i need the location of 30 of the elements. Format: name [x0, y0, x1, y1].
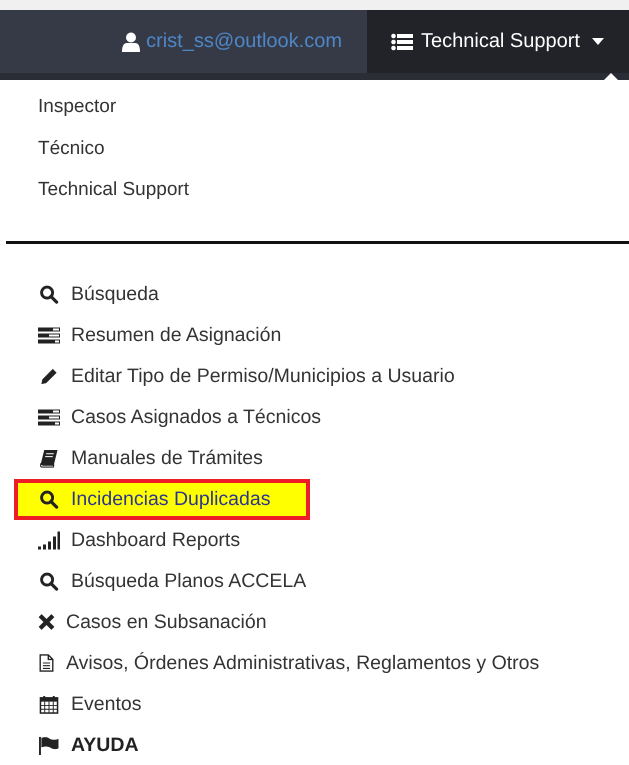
menu-item[interactable]: Casos Asignados a Técnicos — [0, 396, 332, 438]
menu-item[interactable]: Avisos, Órdenes Administrativas, Reglamentos y Otros — [0, 642, 550, 684]
document-icon — [38, 654, 55, 672]
role-option[interactable]: Técnico — [38, 128, 629, 169]
menu-item[interactable]: Casos en Subsanación — [0, 602, 277, 642]
menu-item[interactable]: Búsqueda Planos ACCELA — [0, 560, 316, 602]
search-icon — [38, 572, 60, 590]
close-icon — [38, 613, 55, 631]
list-icon — [38, 326, 60, 344]
role-option[interactable]: Technical Support — [38, 169, 629, 210]
user-icon — [122, 32, 140, 52]
menu-item[interactable]: Editar Tipo de Permiso/Municipios a Usuario — [0, 356, 465, 396]
calendar-icon — [38, 694, 60, 714]
menu-item[interactable]: Manuales de Trámites — [0, 438, 273, 478]
menu-item[interactable]: Eventos — [0, 684, 152, 724]
list-icon — [38, 408, 60, 426]
list-icon — [391, 32, 413, 50]
signal-bars-icon — [38, 530, 60, 550]
search-icon — [38, 490, 60, 508]
menu-item[interactable]: Dashboard Reports — [0, 520, 250, 560]
caret-icon — [592, 38, 604, 45]
role-dropdown-button[interactable]: Technical Support — [367, 10, 629, 73]
menu-item[interactable]: AYUDA — [0, 724, 149, 765]
flag-icon — [38, 736, 60, 754]
menu-item[interactable]: Resumen de Asignación — [0, 314, 292, 356]
role-option[interactable]: Inspector — [38, 86, 629, 128]
book-icon — [38, 448, 60, 468]
menu-item[interactable]: Incidencias Duplicadas — [14, 478, 310, 520]
menu-item[interactable]: Búsqueda — [0, 274, 169, 314]
search-icon — [38, 284, 60, 304]
